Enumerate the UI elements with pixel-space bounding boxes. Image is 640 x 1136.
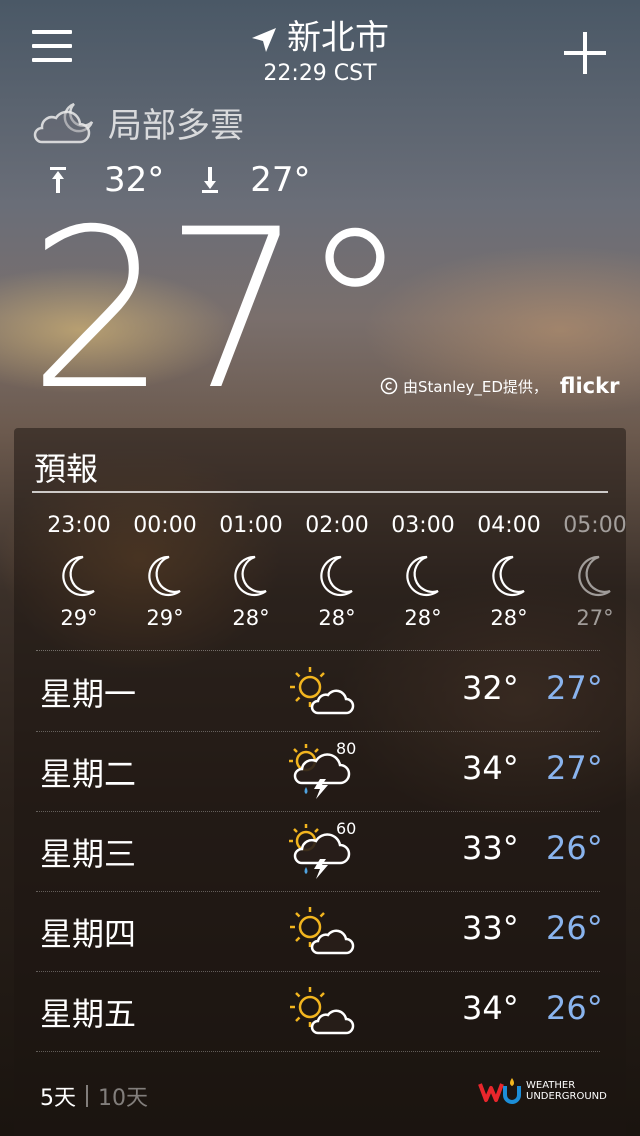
day-name: 星期三	[40, 835, 137, 873]
day-low: 27°	[546, 669, 603, 707]
hour-time: 04:00	[477, 513, 541, 538]
hour-time: 02:00	[305, 513, 369, 538]
hour-time: 23:00	[47, 513, 111, 538]
day-name: 星期二	[40, 755, 137, 793]
day-low: 26°	[546, 909, 603, 947]
moon-icon	[380, 554, 466, 600]
moon-icon	[294, 554, 380, 600]
day-high: 34°	[462, 989, 519, 1027]
day-high: 33°	[462, 829, 519, 867]
hour-temp: 28°	[318, 606, 356, 630]
daily-row: 星期五 34° 26°	[36, 971, 603, 1052]
day-low: 26°	[546, 829, 603, 867]
hour-temp: 28°	[232, 606, 270, 630]
hour-temp: 29°	[60, 606, 98, 630]
flickr-logo: flickr	[559, 374, 620, 398]
tab-5-day[interactable]: 5天	[40, 1080, 76, 1112]
moon-icon	[552, 554, 638, 600]
forecast-divider	[32, 491, 608, 493]
day-high: 33°	[462, 909, 519, 947]
hour-temp: 28°	[490, 606, 528, 630]
forecast-title: 預報	[34, 450, 99, 488]
sun-cloud-icon	[290, 987, 355, 1035]
hour-time: 05:00	[563, 513, 627, 538]
copyright-icon	[380, 377, 398, 395]
precip-chance: 60	[336, 819, 357, 838]
daily-row: 星期二 80 34° 27°	[36, 731, 603, 812]
moon-icon	[466, 554, 552, 600]
partly-cloudy-night-icon	[33, 102, 94, 144]
hour-temp: 28°	[404, 606, 442, 630]
hourly-forecast[interactable]: 23:00 29° 00:00 29° 01:00 28° 02:00 28° …	[36, 510, 640, 640]
photo-credit[interactable]: 由Stanley_ED提供， flickr	[380, 374, 619, 398]
current-condition: 局部多雲	[30, 92, 244, 152]
wu-logo-icon	[478, 1078, 521, 1104]
sun-cloud-icon	[290, 907, 355, 955]
hour-time: 03:00	[391, 513, 455, 538]
add-city-button[interactable]	[562, 30, 608, 76]
forecast-range-tabs: 5天 10天	[40, 1080, 148, 1112]
hour-time: 01:00	[219, 513, 283, 538]
condition-text: 局部多雲	[108, 105, 244, 146]
local-time: 22:29 CST	[263, 61, 377, 86]
credit-text: 由Stanley_ED提供，	[403, 377, 548, 396]
precip-chance: 80	[336, 739, 357, 758]
wu-wordmark: WEATHER UNDERGROUND	[526, 1080, 607, 1102]
hourly-item: 01:00 28°	[208, 510, 294, 632]
day-name: 星期一	[40, 675, 137, 713]
current-temperature: 27°	[28, 182, 410, 438]
moon-icon	[122, 554, 208, 600]
location-header: 新北市 22:29 CST	[0, 16, 640, 88]
hourly-item: 02:00 28°	[294, 510, 380, 632]
location-arrow-icon	[252, 27, 276, 52]
city-name: 新北市	[287, 18, 389, 58]
tab-separator	[86, 1085, 88, 1107]
city-title: 新北市	[0, 16, 640, 60]
hour-time: 00:00	[133, 513, 197, 538]
day-name: 星期五	[40, 995, 137, 1033]
hourly-item: 05:00 27°	[552, 510, 638, 632]
hour-temp: 29°	[146, 606, 184, 630]
daily-row: 星期一 32° 27°	[36, 651, 603, 732]
hourly-item: 23:00 29°	[36, 510, 122, 632]
hourly-item: 00:00 29°	[122, 510, 208, 632]
moon-icon	[208, 554, 294, 600]
day-low: 27°	[546, 749, 603, 787]
day-low: 26°	[546, 989, 603, 1027]
day-high: 34°	[462, 749, 519, 787]
weather-underground-logo[interactable]: WEATHER UNDERGROUND	[478, 1078, 607, 1104]
day-name: 星期四	[40, 915, 137, 953]
hour-temp: 27°	[576, 606, 614, 630]
hourly-item: 04:00 28°	[466, 510, 552, 632]
hourly-item: 03:00 28°	[380, 510, 466, 632]
sun-cloud-icon	[290, 667, 355, 715]
daily-row: 星期三 60 33° 26°	[36, 811, 603, 892]
day-high: 32°	[462, 669, 519, 707]
tab-10-day[interactable]: 10天	[98, 1080, 148, 1112]
daily-row: 星期四 33° 26°	[36, 891, 603, 972]
moon-icon	[36, 554, 122, 600]
